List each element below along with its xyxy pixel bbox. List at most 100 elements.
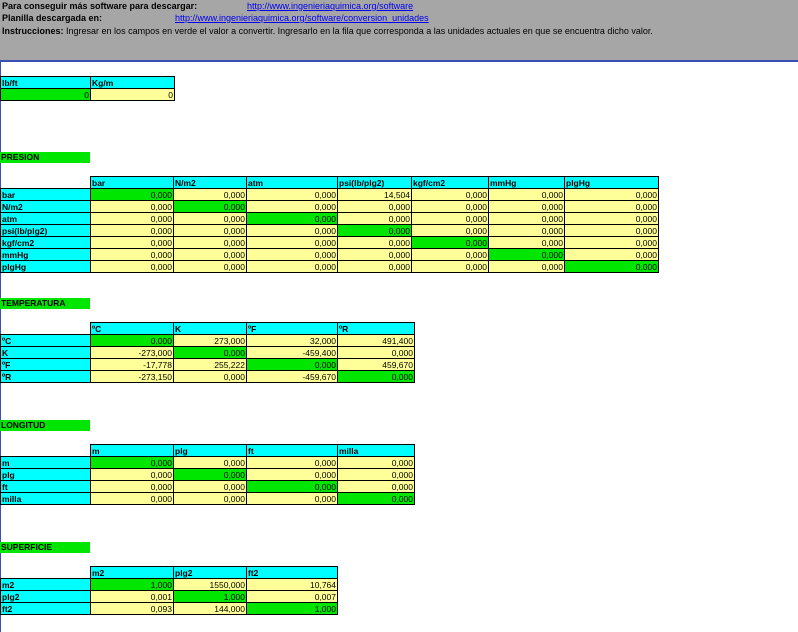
presion-value-cell: 0,000 xyxy=(90,212,174,225)
temperatura-row-label: ºR xyxy=(0,370,91,383)
temperatura-row-label: K xyxy=(0,346,91,359)
header-divider xyxy=(0,60,798,62)
presion-row-label: N/m2 xyxy=(0,200,91,213)
longitud-value-cell: 0,000 xyxy=(246,468,338,481)
presion-value-cell: 0,000 xyxy=(564,188,659,201)
presion-row-label: bar xyxy=(0,188,91,201)
download-link[interactable]: http://www.ingenieriaquimica.org/softwar… xyxy=(175,13,429,23)
presion-value-cell: 0,000 xyxy=(411,212,489,225)
presion-value-cell: 0,000 xyxy=(90,236,174,249)
temperatura-corner xyxy=(1,323,91,335)
presion-input-cell[interactable]: 0,000 xyxy=(337,224,412,237)
temperatura-value-cell: 32,000 xyxy=(246,334,338,347)
longitud-row-label: milla xyxy=(0,492,91,505)
presion-value-cell: 0,000 xyxy=(337,200,412,213)
longitud-col-header: ft xyxy=(246,444,338,457)
presion-row: mmHg 0,000 0,000 0,000 0,000 0,000 0,000 0,000 xyxy=(0,248,659,261)
temperatura-row: ºC 0,000 273,000 32,000 491,400 xyxy=(0,334,415,347)
temperatura-col-header: K xyxy=(173,322,247,335)
longitud-value-cell: 0,000 xyxy=(246,456,338,469)
longitud-input-cell[interactable]: 0,000 xyxy=(337,492,415,505)
superficie-col-header: plg2 xyxy=(173,566,247,579)
presion-value-cell: 0,000 xyxy=(411,248,489,261)
lbft-input[interactable]: 0 xyxy=(0,88,91,101)
longitud-input-cell[interactable]: 0,000 xyxy=(246,480,338,493)
longitud-row: plg 0,000 0,000 0,000 0,000 xyxy=(0,468,415,481)
longitud-row: milla 0,000 0,000 0,000 0,000 xyxy=(0,492,415,505)
temperatura-value-cell: 0,000 xyxy=(173,370,247,383)
longitud-row: ft 0,000 0,000 0,000 0,000 xyxy=(0,480,415,493)
presion-input-cell[interactable]: 0,000 xyxy=(90,188,174,201)
temperatura-col-header: ºC xyxy=(90,322,174,335)
kgm-output: 0 xyxy=(90,88,175,101)
superficie-col-header: ft2 xyxy=(246,566,338,579)
presion-col-header: plgHg xyxy=(564,176,659,189)
presion-value-cell: 0,000 xyxy=(411,200,489,213)
presion-value-cell: 0,000 xyxy=(173,236,247,249)
presion-row: kgf/cm2 0,000 0,000 0,000 0,000 0,000 0,000 0,0… xyxy=(0,236,659,249)
presion-input-cell[interactable]: 0,000 xyxy=(246,212,338,225)
presion-value-cell: 0,000 xyxy=(246,260,338,273)
presion-row: psi(lb/plg2) 0,000 0,000 0,000 0,000 0,000 0,0… xyxy=(0,224,659,237)
superficie-value-cell: 10,764 xyxy=(246,578,338,591)
presion-value-cell: 0,000 xyxy=(564,224,659,237)
longitud-col-header: m xyxy=(90,444,174,457)
longitud-value-cell: 0,000 xyxy=(337,456,415,469)
superficie-input-cell[interactable]: 1,000 xyxy=(90,578,174,591)
temperatura-input-cell[interactable]: 0,000 xyxy=(246,358,338,371)
longitud-value-cell: 0,000 xyxy=(337,480,415,493)
superficie-row: m2 1,000 1550,000 10,764 xyxy=(0,578,338,591)
superficie-table: m2 plg2 ft2 m2 1,000 1550,000 10,764 plg2 0,001 1… xyxy=(0,566,338,615)
presion-title: PRESION xyxy=(0,152,90,163)
presion-input-cell[interactable]: 0,000 xyxy=(488,248,565,261)
superficie-row: ft2 0,093 144,000 1,000 xyxy=(0,602,338,615)
presion-row-label: psi(lb/plg2) xyxy=(0,224,91,237)
presion-value-cell: 0,000 xyxy=(411,188,489,201)
presion-value-cell: 0,000 xyxy=(488,188,565,201)
presion-value-cell: 0,000 xyxy=(564,236,659,249)
presion-col-header: atm xyxy=(246,176,338,189)
instructions: Instrucciones: Ingresar en los campos en… xyxy=(2,26,653,36)
longitud-value-cell: 0,000 xyxy=(246,492,338,505)
temperatura-value-cell: 459,670 xyxy=(337,358,415,371)
temperatura-input-cell[interactable]: 0,000 xyxy=(90,334,174,347)
presion-value-cell: 0,000 xyxy=(488,260,565,273)
presion-col-header: N/m2 xyxy=(173,176,247,189)
lbft-table: lb/ft Kg/m 0 0 xyxy=(0,76,175,101)
presion-value-cell: 0,000 xyxy=(246,224,338,237)
longitud-row-label: m xyxy=(0,456,91,469)
temperatura-value-cell: -273,150 xyxy=(90,370,174,383)
header-band: Para conseguir más software para descarg… xyxy=(0,0,798,60)
longitud-row: m 0,000 0,000 0,000 0,000 xyxy=(0,456,415,469)
longitud-input-cell[interactable]: 0,000 xyxy=(173,468,247,481)
temperatura-input-cell[interactable]: 0,000 xyxy=(337,370,415,383)
superficie-row-label: m2 xyxy=(0,578,91,591)
superficie-row: plg2 0,001 1,000 0,007 xyxy=(0,590,338,603)
longitud-value-cell: 0,000 xyxy=(173,456,247,469)
presion-value-cell: 0,000 xyxy=(90,200,174,213)
superficie-input-cell[interactable]: 1,000 xyxy=(246,602,338,615)
temperatura-row: ºF -17,778 255,222 0,000 459,670 xyxy=(0,358,415,371)
presion-value-cell: 14,504 xyxy=(337,188,412,201)
longitud-col-header: plg xyxy=(173,444,247,457)
presion-input-cell[interactable]: 0,000 xyxy=(411,236,489,249)
software-link[interactable]: http://www.ingenieriaquimica.org/softwar… xyxy=(247,1,413,11)
presion-input-cell[interactable]: 0,000 xyxy=(564,260,659,273)
presion-value-cell: 0,000 xyxy=(488,236,565,249)
longitud-col-header: milla xyxy=(337,444,415,457)
superficie-value-cell: 0,001 xyxy=(90,590,174,603)
longitud-input-cell[interactable]: 0,000 xyxy=(90,456,174,469)
presion-col-header: kgf/cm2 xyxy=(411,176,489,189)
presion-row-label: atm xyxy=(0,212,91,225)
superficie-input-cell[interactable]: 1,000 xyxy=(173,590,247,603)
presion-value-cell: 0,000 xyxy=(337,236,412,249)
temperatura-col-header: ºR xyxy=(337,322,415,335)
temperatura-row: K -273,000 0,000 -459,400 0,000 xyxy=(0,346,415,359)
temperatura-value-cell: -459,400 xyxy=(246,346,338,359)
superficie-value-cell: 0,007 xyxy=(246,590,338,603)
presion-row: bar 0,000 0,000 0,000 14,504 0,000 0,000 0,000 xyxy=(0,188,659,201)
presion-input-cell[interactable]: 0,000 xyxy=(173,200,247,213)
longitud-title: LONGITUD xyxy=(0,420,90,431)
temperatura-input-cell[interactable]: 0,000 xyxy=(173,346,247,359)
longitud-value-cell: 0,000 xyxy=(337,468,415,481)
